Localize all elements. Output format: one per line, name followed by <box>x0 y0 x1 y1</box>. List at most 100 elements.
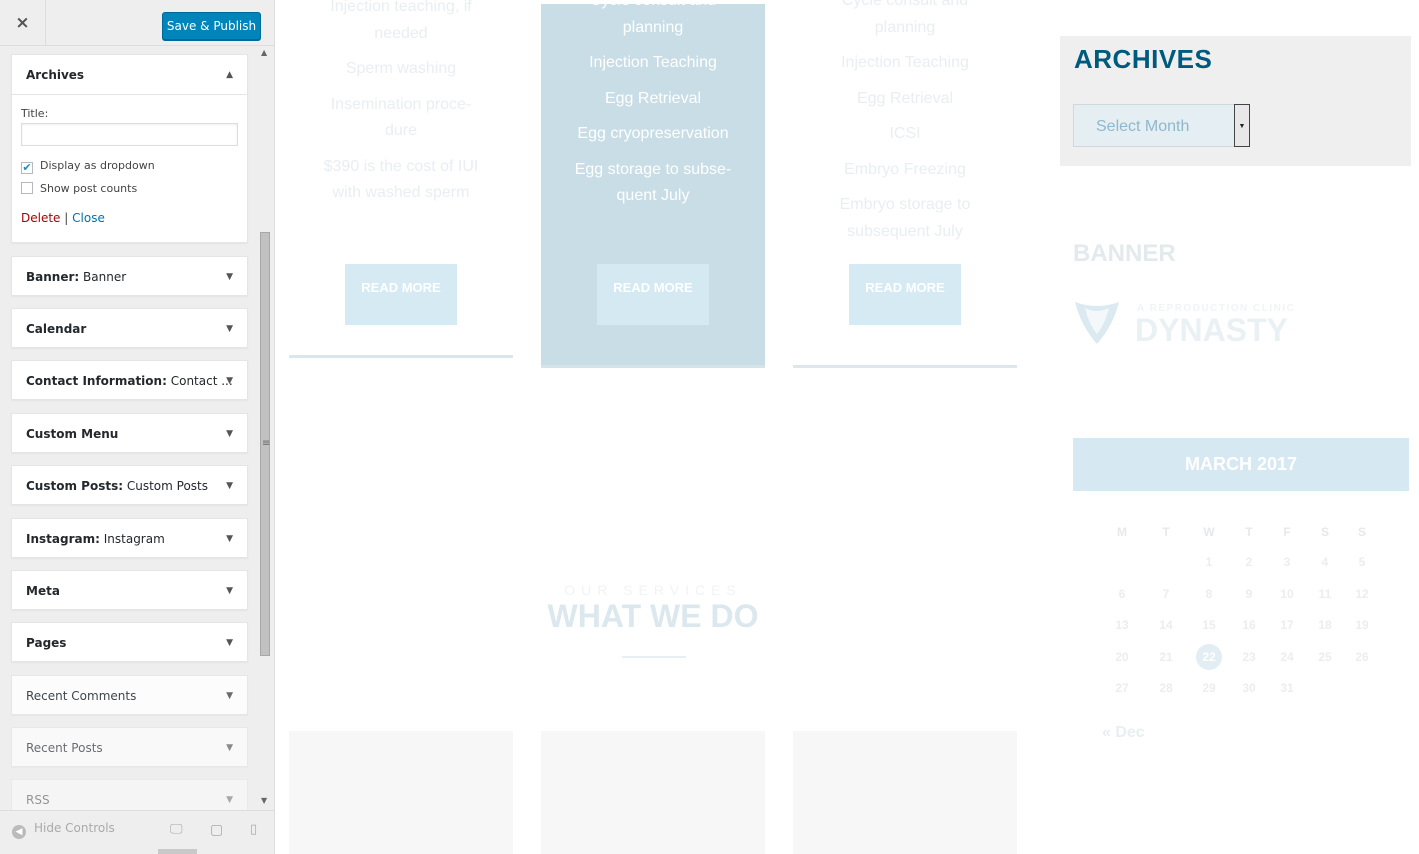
calendar-day: 23 <box>1242 649 1256 664</box>
widget-title: Meta <box>26 584 60 598</box>
logo-name: DYNASTY <box>1135 312 1288 348</box>
widget-archives-header[interactable]: Archives ▲ <box>12 55 247 95</box>
widget-title: Calendar <box>26 322 87 336</box>
calendar-day: 15 <box>1202 618 1216 632</box>
expand-arrow-icon[interactable]: ▼ <box>226 257 233 297</box>
close-customizer-button[interactable]: × <box>0 0 46 46</box>
widget-meta[interactable]: Meta ▼ <box>11 570 248 610</box>
expand-arrow-icon[interactable]: ▼ <box>226 623 233 663</box>
dropdown-label: Display as dropdown <box>40 159 155 172</box>
calendar-day: 28 <box>1159 681 1173 695</box>
hide-controls-label: Hide Controls <box>34 821 115 835</box>
widget-title: Pages <box>26 636 67 650</box>
widget-list: Archives ▲ Title: ✔ Display as dropdown S… <box>0 46 258 810</box>
calendar-day: 5 <box>1358 555 1366 569</box>
widget-title: Banner: <box>26 270 80 284</box>
display-dropdown-checkbox[interactable]: ✔ <box>21 162 33 174</box>
widget-banner[interactable]: Banner: Banner ▼ <box>11 256 248 296</box>
widget-actions: Delete | Close <box>21 211 238 225</box>
calendar-day: 26 <box>1355 649 1369 664</box>
resize-grip-icon[interactable]: ≡ <box>262 438 270 449</box>
archives-month-select[interactable]: Select Month ▼ <box>1073 104 1250 147</box>
read-more-button[interactable]: READ MORE <box>597 264 709 325</box>
collapse-icon: ◀ <box>12 825 26 839</box>
pricing-item: ICSI <box>889 125 921 142</box>
calendar-day: 1 <box>1205 555 1213 569</box>
calendar-weekday: F <box>1283 525 1291 539</box>
dropdown-arrow-icon[interactable]: ▼ <box>1234 104 1250 147</box>
expand-arrow-icon[interactable]: ▼ <box>226 780 233 810</box>
read-more-button[interactable]: READ MORE <box>849 264 961 325</box>
calendar-day: 18 <box>1318 618 1332 632</box>
footer-drag-handle[interactable] <box>158 849 197 854</box>
expand-arrow-icon[interactable]: ▼ <box>226 728 233 768</box>
widget-contact-information[interactable]: Contact Information: Contact ... ▼ <box>11 360 248 400</box>
tablet-preview-icon[interactable]: ▢ <box>210 822 223 838</box>
title-input[interactable] <box>21 123 238 146</box>
counts-option: Show post counts <box>21 178 238 199</box>
pricing-item: Cycle consult and planning <box>841 0 969 36</box>
calendar-weekday: S <box>1320 525 1329 539</box>
expand-arrow-icon[interactable]: ▼ <box>226 676 233 716</box>
widget-instagram[interactable]: Instagram: Instagram ▼ <box>11 518 248 558</box>
calendar-day: 12 <box>1355 586 1369 601</box>
calendar-day: 17 <box>1280 618 1294 632</box>
save-publish-button[interactable]: Save & Publish <box>162 12 261 40</box>
read-more-button[interactable]: READ MORE <box>345 264 457 325</box>
expand-arrow-icon[interactable]: ▼ <box>226 414 233 454</box>
mobile-preview-icon[interactable]: ▯ <box>250 822 257 837</box>
pricing-item: Injection teaching, if needed <box>330 0 472 42</box>
widget-rss[interactable]: RSS ▼ <box>11 779 248 810</box>
widget-custom-posts[interactable]: Custom Posts: Custom Posts ▼ <box>11 465 248 505</box>
logo-mark-icon <box>1075 302 1119 344</box>
widget-subtitle: Custom Posts <box>126 479 208 493</box>
services-title: WHAT WE DO <box>547 598 759 634</box>
collapse-arrow-icon[interactable]: ▲ <box>226 55 233 95</box>
widget-title: Archives <box>26 68 85 82</box>
calendar-weekday: S <box>1357 525 1366 539</box>
calendar-weekday: M <box>1117 525 1127 539</box>
calendar-weekday: T <box>1245 525 1253 539</box>
title-label: Title: <box>21 107 49 120</box>
divider <box>622 656 686 658</box>
expand-arrow-icon[interactable]: ▼ <box>226 466 233 506</box>
desktop-preview-icon[interactable]: 🖵 <box>170 822 183 837</box>
delete-link[interactable]: Delete <box>21 211 60 225</box>
sidebar-scrollbar[interactable]: ▲ ▼ <box>258 46 274 810</box>
widget-recent-comments[interactable]: Recent Comments ▼ <box>11 675 248 715</box>
pricing-item: $390 is the cost of IUI with washed sper… <box>323 157 479 202</box>
pricing-item: Egg storage to subse- quent July <box>574 160 732 205</box>
calendar-day: 27 <box>1115 681 1129 695</box>
widget-custom-menu[interactable]: Custom Menu ▼ <box>11 413 248 453</box>
pricing-item: Embryo Freezing <box>844 160 966 178</box>
expand-arrow-icon[interactable]: ▼ <box>226 309 233 349</box>
pricing-item: Egg Retrieval <box>604 89 702 107</box>
widget-title: Recent Comments <box>26 689 137 703</box>
widget-subtitle: Instagram <box>103 532 165 546</box>
expand-arrow-icon[interactable]: ▼ <box>226 519 233 559</box>
show-counts-checkbox[interactable] <box>21 182 33 194</box>
widget-calendar[interactable]: Calendar ▼ <box>11 308 248 348</box>
scroll-down-arrow-icon[interactable]: ▼ <box>261 796 267 805</box>
widget-recent-posts[interactable]: Recent Posts ▼ <box>11 727 248 767</box>
widget-pages[interactable]: Pages ▼ <box>11 622 248 662</box>
widget-title: Custom Posts: <box>26 479 124 493</box>
close-link[interactable]: Close <box>72 211 105 225</box>
widget-archives-form: Title: ✔ Display as dropdown Show post co… <box>12 95 247 235</box>
counts-label: Show post counts <box>40 182 138 195</box>
calendar-day: 24 <box>1280 649 1294 664</box>
expand-arrow-icon[interactable]: ▼ <box>226 361 233 401</box>
calendar-day: 10 <box>1280 586 1294 601</box>
calendar-day: 20 <box>1115 649 1129 664</box>
calendar-day: 16 <box>1242 618 1256 632</box>
calendar-day: 4 <box>1321 555 1329 569</box>
widget-title: Instagram: <box>26 532 100 546</box>
scroll-up-arrow-icon[interactable]: ▲ <box>261 48 267 57</box>
pricing-item: Egg Retrieval <box>856 89 954 107</box>
expand-arrow-icon[interactable]: ▼ <box>226 571 233 611</box>
calendar-prev-link[interactable]: « Dec <box>1102 724 1145 742</box>
widget-archives: Archives ▲ Title: ✔ Display as dropdown S… <box>11 54 248 243</box>
widget-subtitle: Contact ... <box>170 374 233 388</box>
calendar-day: 31 <box>1280 681 1294 695</box>
hide-controls-button[interactable]: ◀ Hide Controls <box>12 821 115 839</box>
